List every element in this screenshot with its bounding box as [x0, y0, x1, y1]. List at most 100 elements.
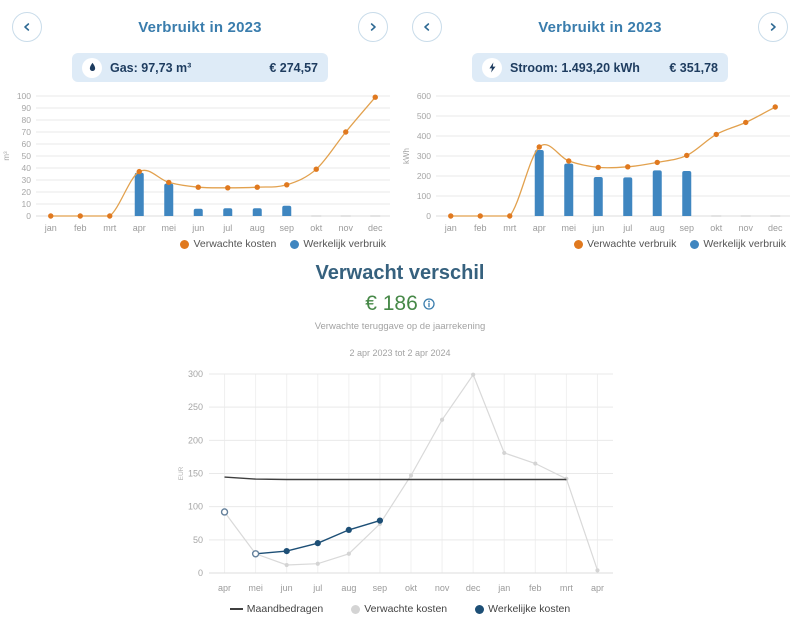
svg-text:dec: dec	[466, 583, 481, 593]
legend-label: Werkelijk verbruik	[303, 238, 386, 250]
svg-text:10: 10	[22, 199, 32, 209]
svg-text:50: 50	[22, 151, 32, 161]
legend-item-werkelijk-verbruik[interactable]: Werkelijk verbruik	[290, 238, 386, 250]
svg-text:okt: okt	[405, 583, 418, 593]
lightning-icon	[482, 57, 502, 78]
svg-text:jun: jun	[280, 583, 293, 593]
legend-item-werkelijke-kosten[interactable]: Werkelijke kosten	[475, 603, 570, 615]
legend-label: Verwachte verbruik	[587, 238, 677, 250]
svg-text:300: 300	[417, 151, 431, 161]
legend-dot	[180, 239, 190, 249]
stroom-legend: Verwachte verbruik Werkelijk verbruik	[400, 238, 800, 250]
legend-dot	[351, 604, 361, 614]
svg-text:150: 150	[188, 469, 203, 479]
info-icon[interactable]	[423, 298, 435, 310]
legend-label: Verwachte kosten	[193, 238, 277, 250]
legend-item-werkelijk-verbruik[interactable]: Werkelijk verbruik	[690, 238, 786, 250]
svg-text:60: 60	[22, 139, 32, 149]
svg-text:jul: jul	[622, 223, 632, 233]
svg-text:apr: apr	[591, 583, 604, 593]
svg-text:nov: nov	[435, 583, 450, 593]
chevron-right-icon	[370, 23, 376, 31]
svg-text:apr: apr	[533, 223, 546, 233]
svg-text:30: 30	[22, 175, 32, 185]
gas-panel: Verbruikt in 2023 Gas: 97,73 m³ € 274,57…	[0, 4, 400, 250]
svg-text:aug: aug	[250, 223, 265, 233]
svg-text:mei: mei	[161, 223, 176, 233]
svg-text:dec: dec	[368, 223, 383, 233]
svg-text:0: 0	[426, 211, 431, 221]
svg-text:0: 0	[26, 211, 31, 221]
svg-text:kWh: kWh	[402, 148, 411, 164]
svg-text:mrt: mrt	[103, 223, 116, 233]
svg-text:mei: mei	[561, 223, 576, 233]
svg-text:feb: feb	[474, 223, 487, 233]
svg-text:250: 250	[188, 402, 203, 412]
svg-text:80: 80	[22, 115, 32, 125]
gas-summary-pill: Gas: 97,73 m³ € 274,57	[72, 53, 328, 82]
gas-panel-header: Verbruikt in 2023	[0, 4, 400, 42]
svg-text:jul: jul	[312, 583, 322, 593]
svg-text:300: 300	[188, 369, 203, 379]
stroom-usage-value: Stroom: 1.493,20 kWh	[510, 60, 640, 75]
forecast-title: Verwacht verschil	[315, 262, 485, 284]
stroom-panel-header: Verbruikt in 2023	[400, 4, 800, 42]
svg-text:500: 500	[417, 111, 431, 121]
svg-text:mei: mei	[248, 583, 263, 593]
svg-text:jun: jun	[591, 223, 604, 233]
gas-cost-value: € 274,57	[269, 60, 318, 75]
svg-text:mrt: mrt	[503, 223, 516, 233]
chevron-left-icon	[424, 23, 430, 31]
legend-item-maandbedragen[interactable]: Maandbedragen	[229, 603, 323, 615]
svg-text:apr: apr	[218, 583, 231, 593]
svg-text:sep: sep	[679, 223, 694, 233]
gas-panel-title: Verbruikt in 2023	[138, 18, 262, 36]
forecast-chart[interactable]: apr mei jun jul aug sep okt nov dec jan feb mrt apr 0…	[175, 364, 625, 599]
svg-text:40: 40	[22, 163, 32, 173]
svg-text:200: 200	[188, 435, 203, 445]
legend-label: Verwachte kosten	[364, 603, 448, 615]
legend-item-verwachte-verbruik[interactable]: Verwachte verbruik	[574, 238, 676, 250]
svg-text:100: 100	[417, 191, 431, 201]
gas-usage-value: Gas: 97,73 m³	[110, 60, 192, 75]
svg-text:feb: feb	[529, 583, 542, 593]
stroom-summary-pill: Stroom: 1.493,20 kWh € 351,78	[472, 53, 728, 82]
chevron-right-icon	[770, 23, 776, 31]
legend-dot	[574, 239, 584, 249]
svg-text:100: 100	[17, 91, 31, 101]
gas-prev-period-button[interactable]	[12, 12, 42, 42]
svg-text:20: 20	[22, 187, 32, 197]
gas-consumption-chart[interactable]: 0 10 20 30 40 50 60 70 80 90 100 m³ jan feb mrt apr mei j…	[0, 88, 400, 238]
svg-text:apr: apr	[133, 223, 146, 233]
svg-text:0: 0	[198, 568, 203, 578]
stroom-consumption-chart[interactable]: 0 100 200 300 400 500 600 kWh jan feb mrt apr mei jun…	[400, 88, 800, 238]
svg-text:aug: aug	[650, 223, 665, 233]
chevron-left-icon	[24, 23, 30, 31]
stroom-panel: Verbruikt in 2023 Stroom: 1.493,20 kWh €…	[400, 4, 800, 250]
svg-text:90: 90	[22, 103, 32, 113]
forecast-panel: Verwacht verschil € 186 Verwachte terugg…	[0, 262, 800, 615]
gas-legend: Verwachte kosten Werkelijk verbruik	[0, 238, 400, 250]
svg-text:okt: okt	[310, 223, 323, 233]
forecast-amount: € 186	[365, 292, 418, 315]
legend-item-verwachte-kosten[interactable]: Verwachte kosten	[351, 603, 447, 615]
legend-dot	[475, 604, 485, 614]
svg-text:jan: jan	[444, 223, 457, 233]
legend-line-marker	[229, 608, 243, 610]
legend-label: Werkelijk verbruik	[703, 238, 786, 250]
gas-next-period-button[interactable]	[358, 12, 388, 42]
svg-text:nov: nov	[738, 223, 753, 233]
svg-text:feb: feb	[74, 223, 87, 233]
svg-text:dec: dec	[768, 223, 783, 233]
legend-item-verwachte-kosten[interactable]: Verwachte kosten	[180, 238, 276, 250]
stroom-panel-title: Verbruikt in 2023	[538, 18, 662, 36]
legend-label: Werkelijke kosten	[488, 603, 571, 615]
svg-text:EUR: EUR	[178, 466, 185, 480]
svg-text:mrt: mrt	[560, 583, 573, 593]
svg-text:100: 100	[188, 502, 203, 512]
stroom-prev-period-button[interactable]	[412, 12, 442, 42]
svg-text:nov: nov	[338, 223, 353, 233]
svg-text:600: 600	[417, 91, 431, 101]
svg-text:70: 70	[22, 127, 32, 137]
stroom-next-period-button[interactable]	[758, 12, 788, 42]
